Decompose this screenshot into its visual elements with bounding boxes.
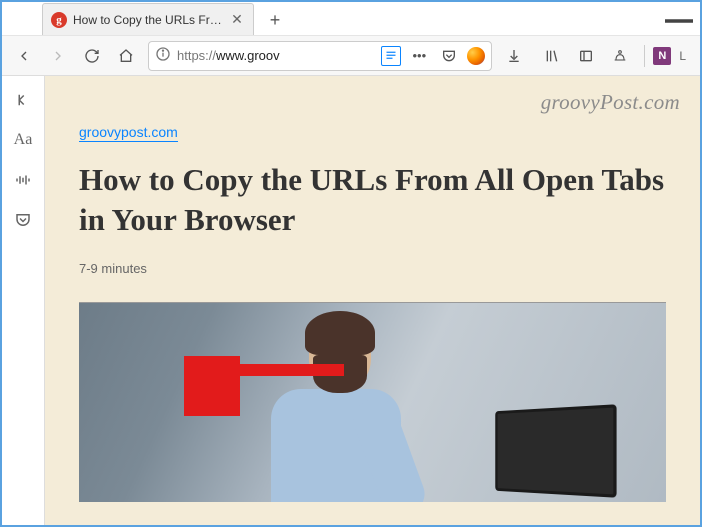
article-title: How to Copy the URLs From All Open Tabs … bbox=[79, 160, 666, 239]
profile-label[interactable]: L bbox=[679, 49, 686, 63]
sidebar-toggle-button[interactable] bbox=[570, 40, 602, 72]
notifications-icon[interactable] bbox=[604, 40, 636, 72]
pocket-sidebar-icon[interactable] bbox=[5, 202, 41, 238]
new-tab-button[interactable]: + bbox=[260, 5, 290, 35]
navigation-toolbar: https://www.groov ••• N L bbox=[2, 36, 700, 76]
back-button[interactable] bbox=[8, 40, 40, 72]
reader-close-icon[interactable] bbox=[5, 82, 41, 118]
firefox-logo-icon bbox=[467, 47, 485, 65]
reader-view-icon[interactable] bbox=[381, 46, 401, 66]
home-button[interactable] bbox=[110, 40, 142, 72]
window-titlebar: g How to Copy the URLs From All ✕ + bbox=[2, 2, 700, 36]
reader-sidebar: Aa bbox=[2, 76, 45, 525]
forward-button[interactable] bbox=[42, 40, 74, 72]
window-controls bbox=[658, 7, 700, 35]
page-actions-button[interactable]: ••• bbox=[407, 44, 431, 68]
toolbar-separator bbox=[644, 45, 645, 67]
watermark-text: groovyPost.com bbox=[541, 90, 680, 115]
article-source-link[interactable]: groovypost.com bbox=[79, 124, 178, 142]
browser-tab[interactable]: g How to Copy the URLs From All ✕ bbox=[42, 3, 254, 35]
tab-favicon-icon: g bbox=[51, 12, 67, 28]
reload-button[interactable] bbox=[76, 40, 108, 72]
address-bar[interactable]: https://www.groov ••• bbox=[148, 41, 492, 71]
onenote-extension-icon[interactable]: N bbox=[653, 47, 671, 65]
url-text: https://www.groov bbox=[177, 48, 375, 63]
tab-close-button[interactable]: ✕ bbox=[229, 12, 245, 28]
narrate-button[interactable] bbox=[5, 162, 41, 198]
reader-view: groovyPost.com groovypost.com How to Cop… bbox=[45, 76, 700, 525]
article-hero-image bbox=[79, 302, 666, 502]
site-info-icon[interactable] bbox=[155, 46, 171, 65]
library-button[interactable] bbox=[536, 40, 568, 72]
read-time-label: 7-9 minutes bbox=[79, 261, 666, 276]
downloads-button[interactable] bbox=[498, 40, 530, 72]
type-controls-button[interactable]: Aa bbox=[5, 122, 41, 158]
pocket-save-icon[interactable] bbox=[437, 44, 461, 68]
tab-title: How to Copy the URLs From All bbox=[73, 13, 223, 27]
window-minimize-button[interactable] bbox=[658, 7, 700, 35]
